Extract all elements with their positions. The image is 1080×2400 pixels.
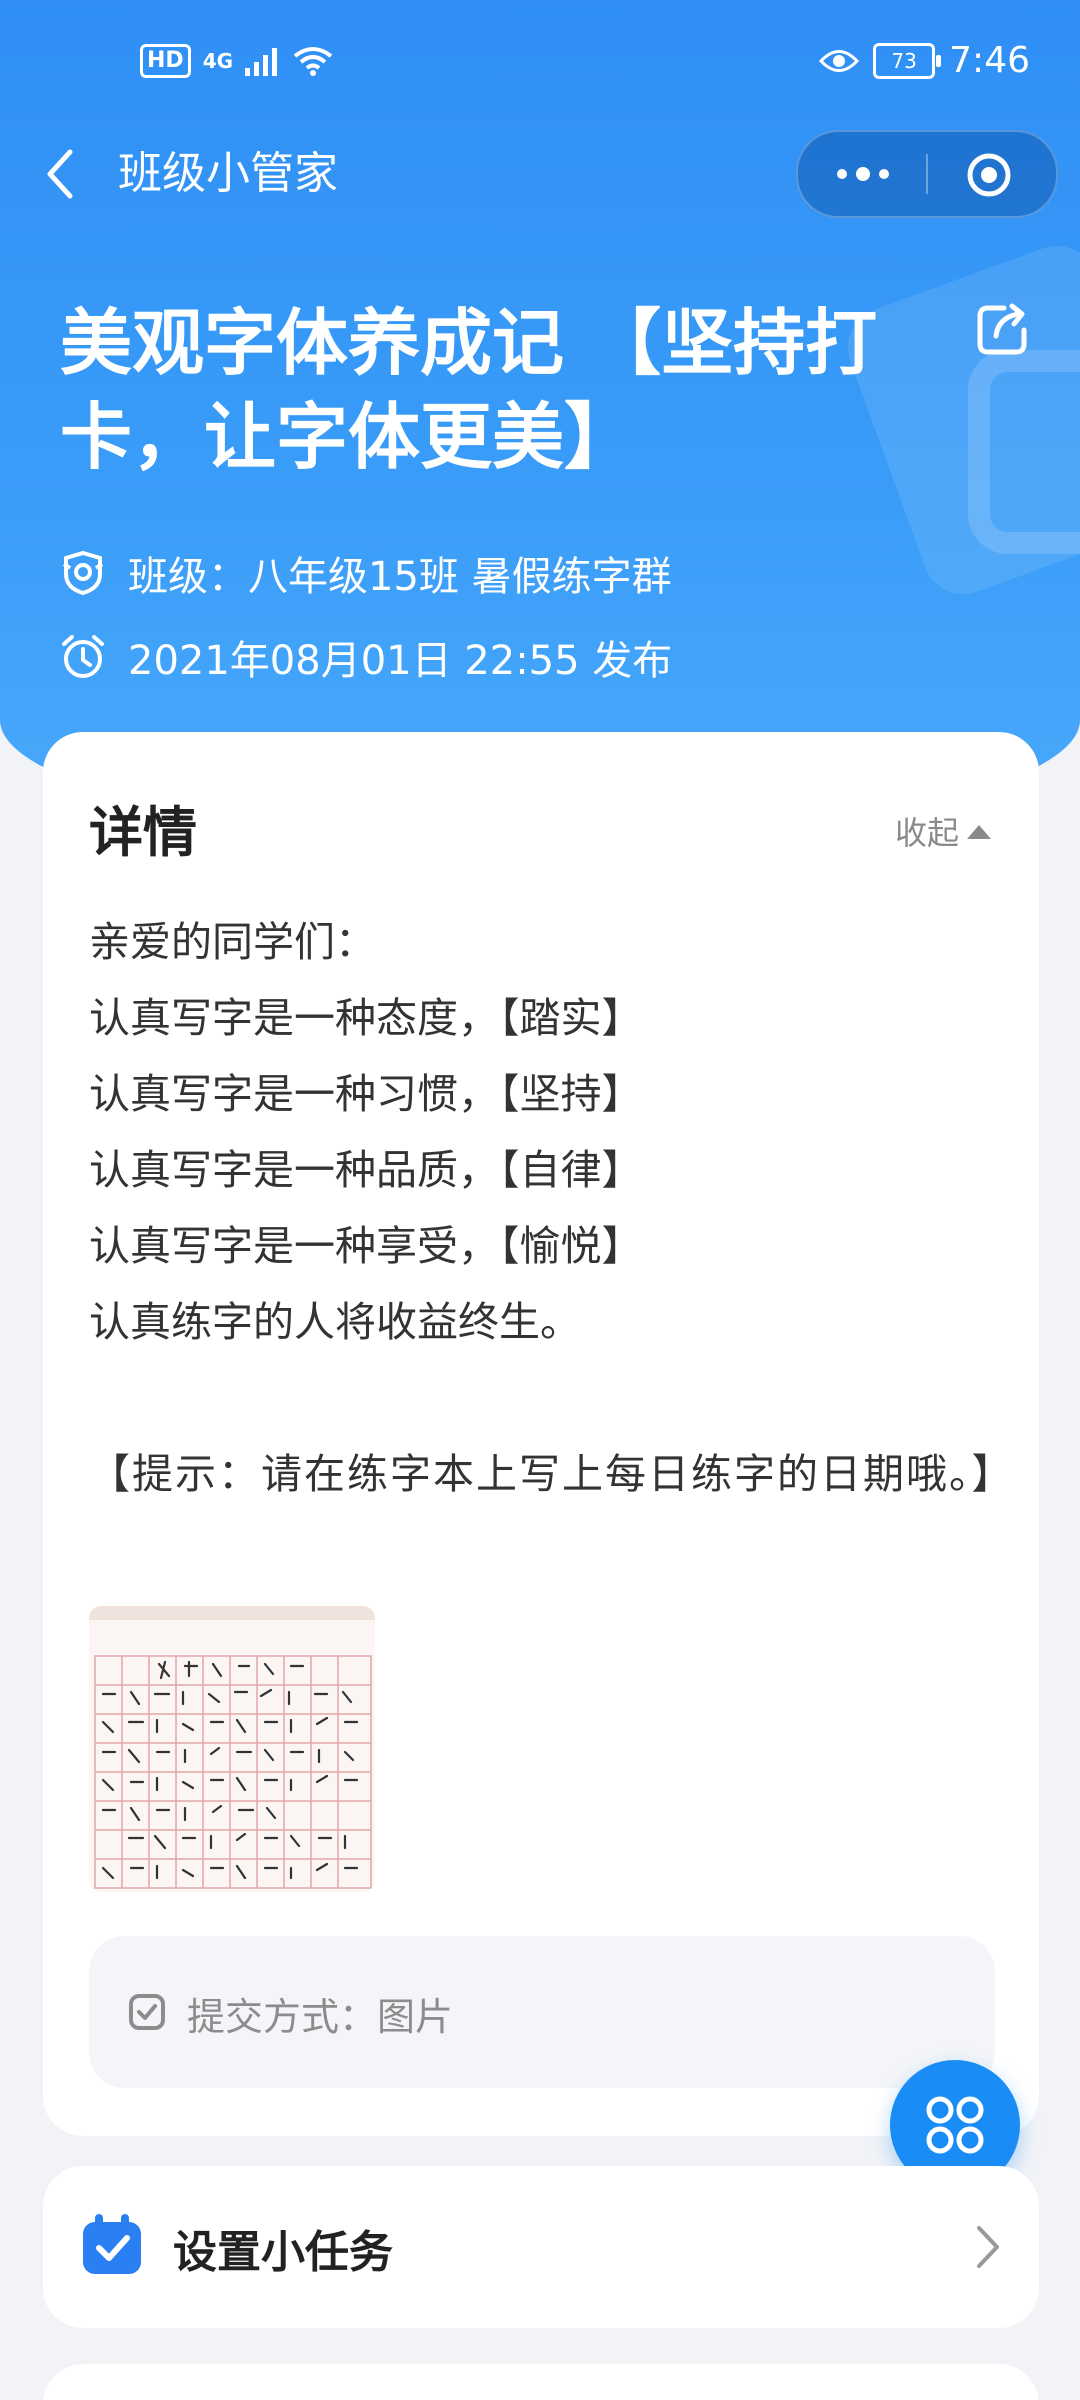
eye-icon	[819, 49, 860, 72]
page: HD 4G 73 7:46 班级小管家 美观字体养成记 【坚持打 卡，让字体更美…	[0, 0, 1080, 2400]
handwriting-sheet-image	[89, 1606, 375, 1892]
content-line: 认真写字是一种习惯，【坚持】	[89, 1070, 643, 1118]
badge-icon	[62, 550, 104, 596]
back-icon[interactable]	[40, 146, 80, 202]
close-target-icon[interactable]	[966, 152, 1012, 198]
submit-form-icon	[129, 1994, 165, 2030]
content-line	[89, 1360, 999, 1436]
mini-program-capsule	[796, 130, 1058, 218]
attached-image-thumbnail[interactable]	[89, 1606, 375, 1892]
collapse-button[interactable]: 收起	[895, 808, 993, 854]
four-petal-icon	[926, 2096, 984, 2154]
class-info-row: 班级：八年级15班 暑假练字群	[60, 544, 672, 602]
capsule-divider	[926, 154, 928, 194]
next-card-partial	[43, 2364, 1039, 2400]
detail-content: 亲爱的同学们： 认真写字是一种态度，【踏实】 认真写字是一种习惯，【坚持】 认真…	[89, 904, 1015, 1512]
share-icon[interactable]	[974, 300, 1032, 358]
calendar-check-icon	[83, 2214, 141, 2274]
hd-badge: HD	[140, 44, 191, 78]
detail-heading: 详情	[89, 801, 197, 864]
page-title: 美观字体养成记 【坚持打 卡，让字体更美】	[60, 296, 940, 484]
set-task-label: 设置小任务	[173, 2227, 393, 2278]
publish-info-row: 2021年08月01日 22:55 发布	[60, 628, 672, 686]
submit-method-box: 提交方式：图片	[89, 1936, 995, 2088]
status-bar: HD 4G 73 7:46	[0, 0, 1080, 130]
decorative-shape	[968, 350, 1080, 554]
set-task-row[interactable]: 设置小任务	[43, 2166, 1039, 2328]
class-info: 班级：八年级15班 暑假练字群	[128, 554, 672, 600]
wifi-icon	[293, 47, 333, 76]
title-line: 卡，让字体更美】	[60, 395, 637, 479]
caret-up-icon	[967, 825, 991, 839]
content-line: 认真写字是一种品质，【自律】	[89, 1146, 643, 1194]
title-line: 美观字体养成记 【坚持打	[60, 301, 878, 385]
chevron-right-icon	[977, 2226, 999, 2268]
submit-method: 提交方式：图片	[187, 1995, 454, 2039]
content-line: 认真写字是一种享受，【愉悦】	[89, 1222, 643, 1270]
publish-info: 2021年08月01日 22:55 发布	[128, 638, 673, 684]
content-line: 认真写字是一种态度，【踏实】	[89, 994, 643, 1042]
detail-card: 详情 收起 亲爱的同学们： 认真写字是一种态度，【踏实】 认真写字是一种习惯，【…	[43, 732, 1039, 2136]
alarm-clock-icon	[62, 635, 104, 678]
content-line: 【提示：请在练字本上写上每日练字的日期哦。】	[89, 1450, 1015, 1498]
network-type: 4G	[202, 49, 234, 73]
clock: 7:46	[949, 40, 1030, 81]
battery-indicator: 73	[873, 42, 942, 79]
signal-icon	[245, 48, 278, 76]
nav-bar: 班级小管家	[0, 128, 1080, 218]
content-line: 认真练字的人将收益终生。	[89, 1298, 581, 1346]
more-icon[interactable]	[832, 158, 894, 190]
content-line: 亲爱的同学们：	[89, 918, 376, 966]
collapse-label: 收起	[894, 814, 959, 852]
nav-title: 班级小管家	[118, 148, 338, 199]
